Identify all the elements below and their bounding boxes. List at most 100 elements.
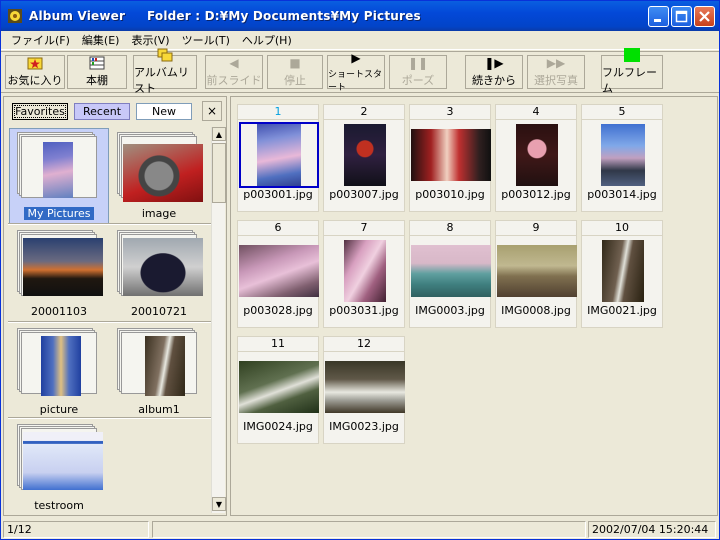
- photo-cell[interactable]: 5 p003014.jpg: [581, 104, 663, 212]
- album-20001103[interactable]: 20001103: [10, 227, 108, 322]
- photo-filename: p003001.jpg: [243, 188, 313, 201]
- photo-thumbnail: [602, 240, 644, 302]
- pause-button[interactable]: ❚❚ ポーズ: [389, 55, 447, 89]
- photo-cell[interactable]: 11 IMG0024.jpg: [237, 336, 319, 444]
- photo-count: 1/12: [3, 521, 149, 538]
- album-my-pictures[interactable]: My Pictures: [9, 128, 109, 225]
- pause-icon: ❚❚: [407, 56, 429, 70]
- photo-thumbnail: [411, 245, 491, 297]
- album-label: image: [141, 207, 177, 220]
- stop-button[interactable]: ■ 停止: [267, 55, 323, 89]
- short-start-button[interactable]: ▶ ショートスタート: [327, 51, 385, 93]
- status-bar: 1/12 2002/07/04 15:20:44: [1, 519, 719, 539]
- favorites-label: お気に入り: [7, 74, 63, 87]
- scroll-thumb[interactable]: [212, 143, 226, 203]
- fast-forward-icon: ▶▶: [546, 56, 566, 70]
- picture-thumbnail: [41, 336, 81, 396]
- menu-file[interactable]: ファイル(F): [5, 32, 76, 48]
- photo-cell[interactable]: 3 p003010.jpg: [409, 104, 491, 212]
- menu-view[interactable]: 表示(V): [125, 32, 175, 48]
- photo-cell[interactable]: 9 IMG0008.jpg: [495, 220, 577, 328]
- photo-filename: p003010.jpg: [415, 188, 485, 201]
- stop-icon: ■: [289, 56, 301, 70]
- photo-filename: IMG0008.jpg: [501, 304, 571, 317]
- image-thumbnail: [123, 144, 203, 202]
- photo-filename: p003014.jpg: [587, 188, 657, 201]
- window-title: Album Viewer Folder : D:¥My Documents¥My…: [29, 9, 421, 23]
- menu-edit[interactable]: 編集(E): [76, 32, 126, 48]
- photo-thumbnail: [344, 240, 386, 302]
- waterfall-thumbnail: [145, 336, 185, 396]
- album-20010721[interactable]: 20010721: [110, 227, 208, 322]
- photo-cell[interactable]: 10 IMG0021.jpg: [581, 220, 663, 328]
- album-label: My Pictures: [24, 207, 94, 220]
- maximize-button[interactable]: [671, 6, 692, 27]
- fullframe-icon: [624, 48, 640, 62]
- album-list-label: アルバムリスト: [134, 66, 189, 95]
- photo-cell[interactable]: 8 IMG0003.jpg: [409, 220, 491, 328]
- photo-cell[interactable]: 4 p003012.jpg: [495, 104, 577, 212]
- photo-number: 2: [323, 104, 405, 120]
- title-bar: Album Viewer Folder : D:¥My Documents¥My…: [1, 1, 719, 31]
- tab-favorites[interactable]: Favorites: [12, 103, 68, 120]
- play-icon: ▶: [351, 51, 361, 65]
- photo-thumbnail: [239, 361, 319, 413]
- photo-filename: IMG0024.jpg: [243, 420, 313, 433]
- tab-recent[interactable]: Recent: [74, 103, 130, 120]
- photo-filename: IMG0021.jpg: [587, 304, 657, 317]
- photo-number: 1: [237, 104, 319, 120]
- photo-number: 10: [581, 220, 663, 236]
- album-album1[interactable]: album1: [110, 325, 208, 420]
- close-panel-button[interactable]: ×: [202, 101, 222, 121]
- my-pictures-thumbnail: [43, 142, 73, 198]
- photo-cell[interactable]: 7 p003031.jpg: [323, 220, 405, 328]
- scroll-down-icon[interactable]: ▼: [212, 497, 226, 511]
- favorites-button[interactable]: お気に入り: [5, 55, 65, 89]
- stop-label: 停止: [284, 74, 306, 87]
- photo-number: 12: [323, 336, 405, 352]
- album-label: album1: [138, 403, 180, 416]
- tab-new[interactable]: New: [136, 103, 192, 120]
- photo-filename: p003028.jpg: [243, 304, 313, 317]
- photo-cell[interactable]: 6 p003028.jpg: [237, 220, 319, 328]
- prev-slide-button[interactable]: ◀ 前スライド: [205, 55, 263, 89]
- bookshelf-label: 本棚: [86, 74, 108, 87]
- screenshot-thumbnail: [23, 432, 103, 490]
- menu-tools[interactable]: ツール(T): [176, 32, 236, 48]
- photo-cell[interactable]: 12 IMG0023.jpg: [323, 336, 405, 444]
- menu-help[interactable]: ヘルプ(H): [236, 32, 298, 48]
- album-picture[interactable]: picture: [10, 325, 108, 420]
- album-image[interactable]: image: [110, 129, 208, 224]
- menu-bar: ファイル(F) 編集(E) 表示(V) ツール(T) ヘルプ(H): [1, 31, 719, 50]
- bookshelf-button[interactable]: 本棚: [67, 55, 127, 89]
- photo-thumbnail: [239, 245, 319, 297]
- album-label: 20010721: [131, 305, 187, 318]
- resume-icon: ❚▶: [484, 56, 504, 70]
- continue-button[interactable]: ❚▶ 続きから: [465, 55, 523, 89]
- album-label: picture: [39, 403, 79, 416]
- continue-label: 続きから: [472, 74, 516, 87]
- album-list-button[interactable]: アルバムリスト: [133, 48, 197, 95]
- photo-number: 4: [495, 104, 577, 120]
- selected-photos-button[interactable]: ▶▶ 選択写真: [527, 55, 585, 89]
- scroll-up-icon[interactable]: ▲: [212, 127, 226, 141]
- fullframe-button[interactable]: フルフレーム: [601, 48, 663, 95]
- star-folder-icon: [27, 56, 43, 70]
- photo-cell[interactable]: 2 p003007.jpg: [323, 104, 405, 212]
- minimize-button[interactable]: [648, 6, 669, 27]
- photo-number: 7: [323, 220, 405, 236]
- close-window-button[interactable]: [694, 6, 715, 27]
- album-scrollbar[interactable]: ▲ ▼: [211, 127, 226, 513]
- car-thumbnail: [123, 238, 203, 296]
- photo-number: 11: [237, 336, 319, 352]
- photo-number: 3: [409, 104, 491, 120]
- photo-number: 6: [237, 220, 319, 236]
- bookshelf-icon: [89, 56, 105, 70]
- thumbnail-grid: 1 p003001.jpg 2 p003007.jpg 3 p003010.jp…: [230, 96, 718, 516]
- photo-thumbnail: [344, 124, 386, 186]
- photo-cell[interactable]: 1 p003001.jpg: [237, 104, 319, 212]
- photo-thumbnail: [601, 124, 645, 186]
- photo-filename: IMG0023.jpg: [329, 420, 399, 433]
- album-testroom[interactable]: testroom: [10, 421, 108, 515]
- toolbar: お気に入り 本棚 アルバムリスト ◀ 前スライド ■ 停止 ▶ ショートスタート…: [1, 48, 719, 95]
